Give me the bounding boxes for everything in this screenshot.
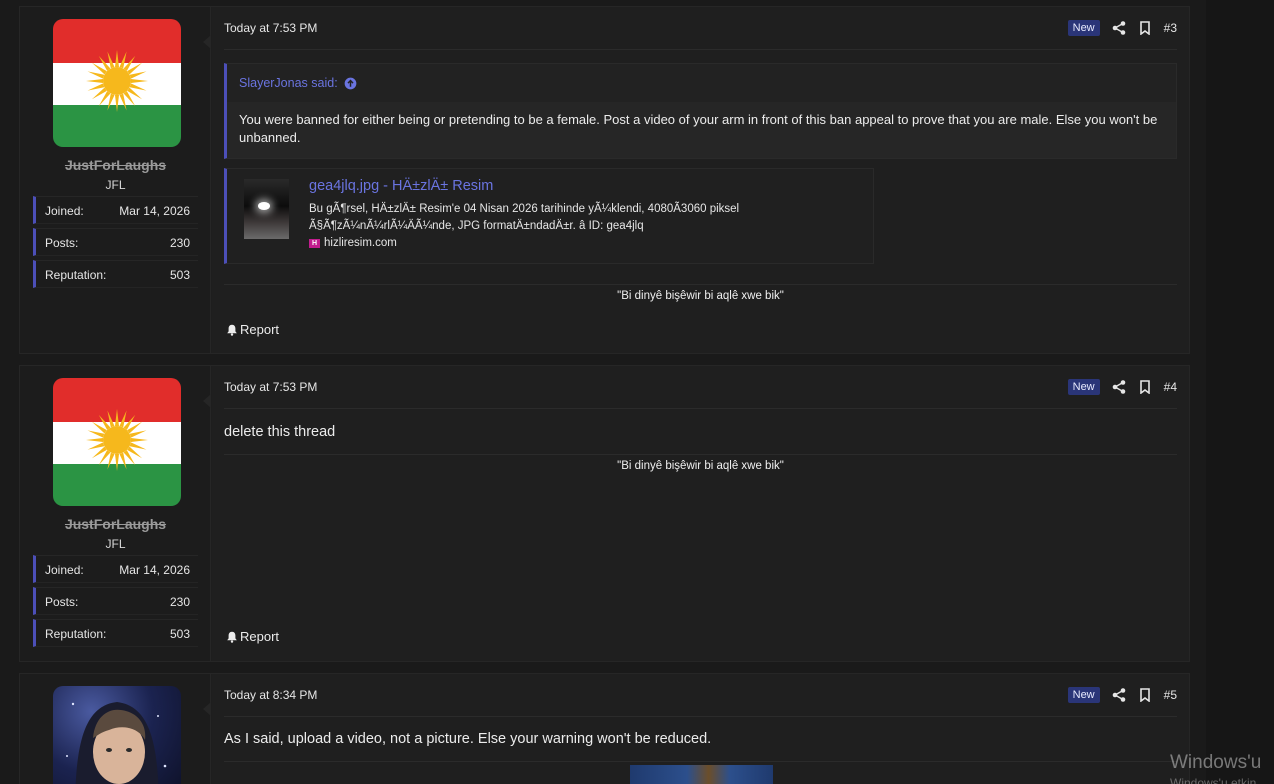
- site-favicon-icon: H: [309, 238, 320, 248]
- bookmark-icon[interactable]: [1138, 688, 1152, 702]
- kurdistan-flag-sun-icon: [86, 409, 148, 471]
- share-icon[interactable]: [1112, 380, 1126, 394]
- post-body: Today at 8:34 PM New #5 As I said, uploa…: [212, 674, 1189, 784]
- embed-site: H hizliresim.com: [309, 237, 397, 249]
- post-actions: New #5: [1067, 686, 1177, 704]
- new-badge: New: [1067, 20, 1100, 36]
- signature: "Bi dinyê bişêwir bi aqlê xwe bik": [617, 460, 784, 472]
- new-badge: New: [1067, 379, 1100, 395]
- post-user-panel: JustForLaughs JFL Joined: Mar 14, 2026 Po…: [20, 7, 211, 353]
- post-message: delete this thread: [224, 424, 336, 440]
- post-actions: New #3: [1067, 19, 1177, 37]
- post-3: JustForLaughs JFL Joined: Mar 14, 2026 Po…: [19, 6, 1190, 354]
- post-message: As I said, upload a video, not a picture…: [224, 731, 712, 747]
- stat-posts: Posts: 230: [33, 228, 198, 256]
- kurdistan-flag-sun-icon: [86, 50, 148, 112]
- stat-posts: Posts: 230: [33, 587, 198, 615]
- windows-activation-watermark: Windows'u: [1170, 752, 1262, 773]
- user-photo: [66, 702, 167, 784]
- quote-attribution[interactable]: SlayerJonas said:: [227, 64, 1176, 102]
- share-icon[interactable]: [1112, 688, 1126, 702]
- signature: "Bi dinyê bişêwir bi aqlê xwe bik": [617, 290, 784, 302]
- bell-icon: [227, 631, 237, 643]
- user-avatar[interactable]: [53, 378, 181, 506]
- link-embed-card[interactable]: gea4jlq.jpg - HÄ±zlÄ± Resim Bu gÃ¶rsel, …: [224, 168, 874, 264]
- post-number[interactable]: #4: [1164, 380, 1177, 394]
- bookmark-icon[interactable]: [1138, 21, 1152, 35]
- user-title: JFL: [105, 178, 126, 192]
- windows-activation-watermark-sub: Windows'u etkin: [1170, 776, 1257, 784]
- stat-reputation: Reputation: 503: [33, 260, 198, 288]
- post-body: Today at 7:53 PM New #4 delete this thre…: [212, 366, 1189, 661]
- arrow-up-circle-icon[interactable]: [344, 77, 357, 90]
- username-link[interactable]: JustForLaughs: [20, 516, 211, 532]
- embed-description: Bu gÃ¶rsel, HÄ±zlÄ± Resim'e 04 Nisan 202…: [309, 203, 740, 232]
- share-icon[interactable]: [1112, 21, 1126, 35]
- embed-title-link[interactable]: gea4jlq.jpg - HÄ±zlÄ± Resim: [309, 178, 493, 194]
- post-user-panel: JustForLaughs JFL Joined: Mar 14, 2026 Po…: [20, 366, 211, 661]
- post-5: Today at 8:34 PM New #5 As I said, uploa…: [19, 673, 1190, 784]
- user-title: JFL: [105, 537, 126, 551]
- post-timestamp[interactable]: Today at 7:53 PM: [224, 21, 317, 35]
- username-link[interactable]: JustForLaughs: [20, 157, 211, 173]
- signature-image: [630, 765, 773, 784]
- post-actions: New #4: [1067, 378, 1177, 396]
- post-number[interactable]: #5: [1164, 688, 1177, 702]
- stat-joined: Joined: Mar 14, 2026: [33, 555, 198, 583]
- quote-text: You were banned for either being or pret…: [227, 102, 1176, 158]
- user-avatar[interactable]: [53, 686, 181, 784]
- bell-icon: [227, 324, 237, 336]
- post-user-panel: [20, 674, 211, 784]
- new-badge: New: [1067, 687, 1100, 703]
- post-timestamp[interactable]: Today at 7:53 PM: [224, 380, 317, 394]
- embed-thumbnail[interactable]: [244, 179, 289, 239]
- post-timestamp[interactable]: Today at 8:34 PM: [224, 688, 317, 702]
- report-button[interactable]: Report: [226, 322, 279, 337]
- user-avatar[interactable]: [53, 19, 181, 147]
- stat-joined: Joined: Mar 14, 2026: [33, 196, 198, 224]
- report-button[interactable]: Report: [226, 629, 279, 644]
- post-number[interactable]: #3: [1164, 21, 1177, 35]
- bookmark-icon[interactable]: [1138, 380, 1152, 394]
- stat-reputation: Reputation: 503: [33, 619, 198, 647]
- quote-block: SlayerJonas said: You were banned for ei…: [224, 63, 1177, 159]
- post-4: JustForLaughs JFL Joined: Mar 14, 2026 Po…: [19, 365, 1190, 662]
- post-body: Today at 7:53 PM New #3 SlayerJonas said…: [212, 7, 1189, 353]
- thread-page: JustForLaughs JFL Joined: Mar 14, 2026 Po…: [0, 0, 1206, 784]
